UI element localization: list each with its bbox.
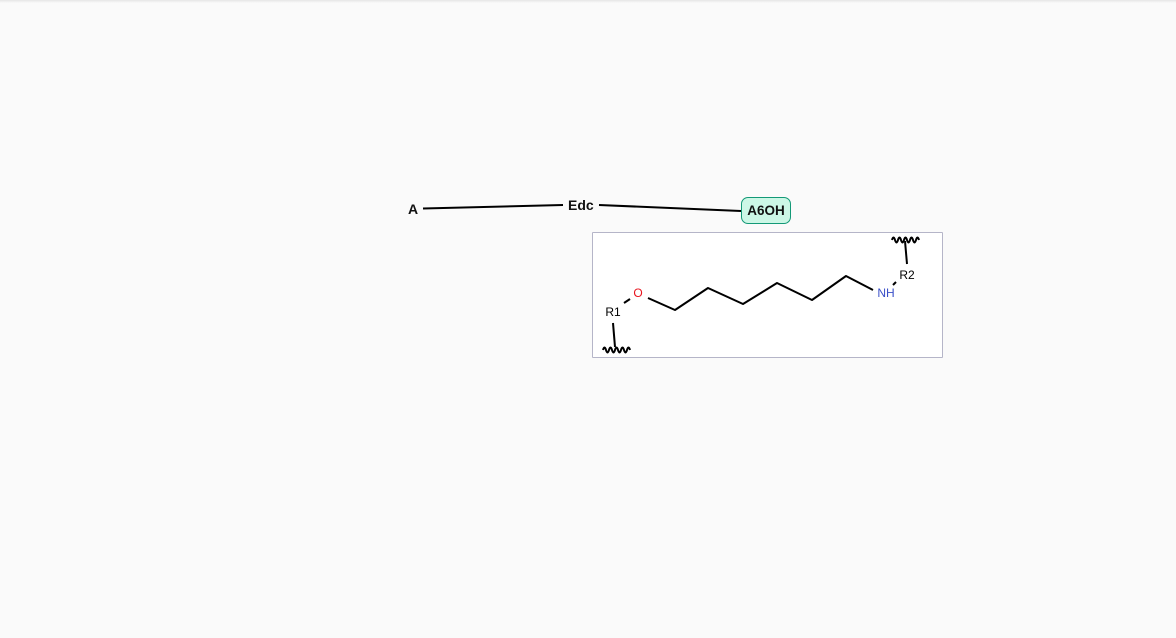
node-edc[interactable]: Edc xyxy=(568,197,594,213)
r1-label: R1 xyxy=(605,305,621,319)
r2-stub-bond xyxy=(904,240,908,265)
edge-a-edc xyxy=(422,204,564,210)
oxygen-atom: O xyxy=(633,286,642,300)
graph-edges xyxy=(422,204,742,212)
node-a[interactable]: A xyxy=(408,201,418,217)
r1-attachment-squiggle xyxy=(602,346,631,354)
r1-stub-bond xyxy=(612,322,616,348)
hexyl-chain xyxy=(647,275,874,311)
nitrogen-atom: NH xyxy=(877,286,894,300)
chemical-structure-drawing: R1 O NH R2 xyxy=(602,236,920,354)
graph-canvas[interactable]: A Edc A6OH R1 O NH R2 xyxy=(0,0,1176,638)
edge-edc-a6oh xyxy=(598,204,742,212)
r2-label: R2 xyxy=(899,268,915,282)
bond-n-r2 xyxy=(892,281,897,286)
chemical-structure-panel: R1 O NH R2 xyxy=(592,232,943,358)
bond-r1-o xyxy=(623,298,631,304)
node-a6oh[interactable]: A6OH xyxy=(741,197,791,224)
